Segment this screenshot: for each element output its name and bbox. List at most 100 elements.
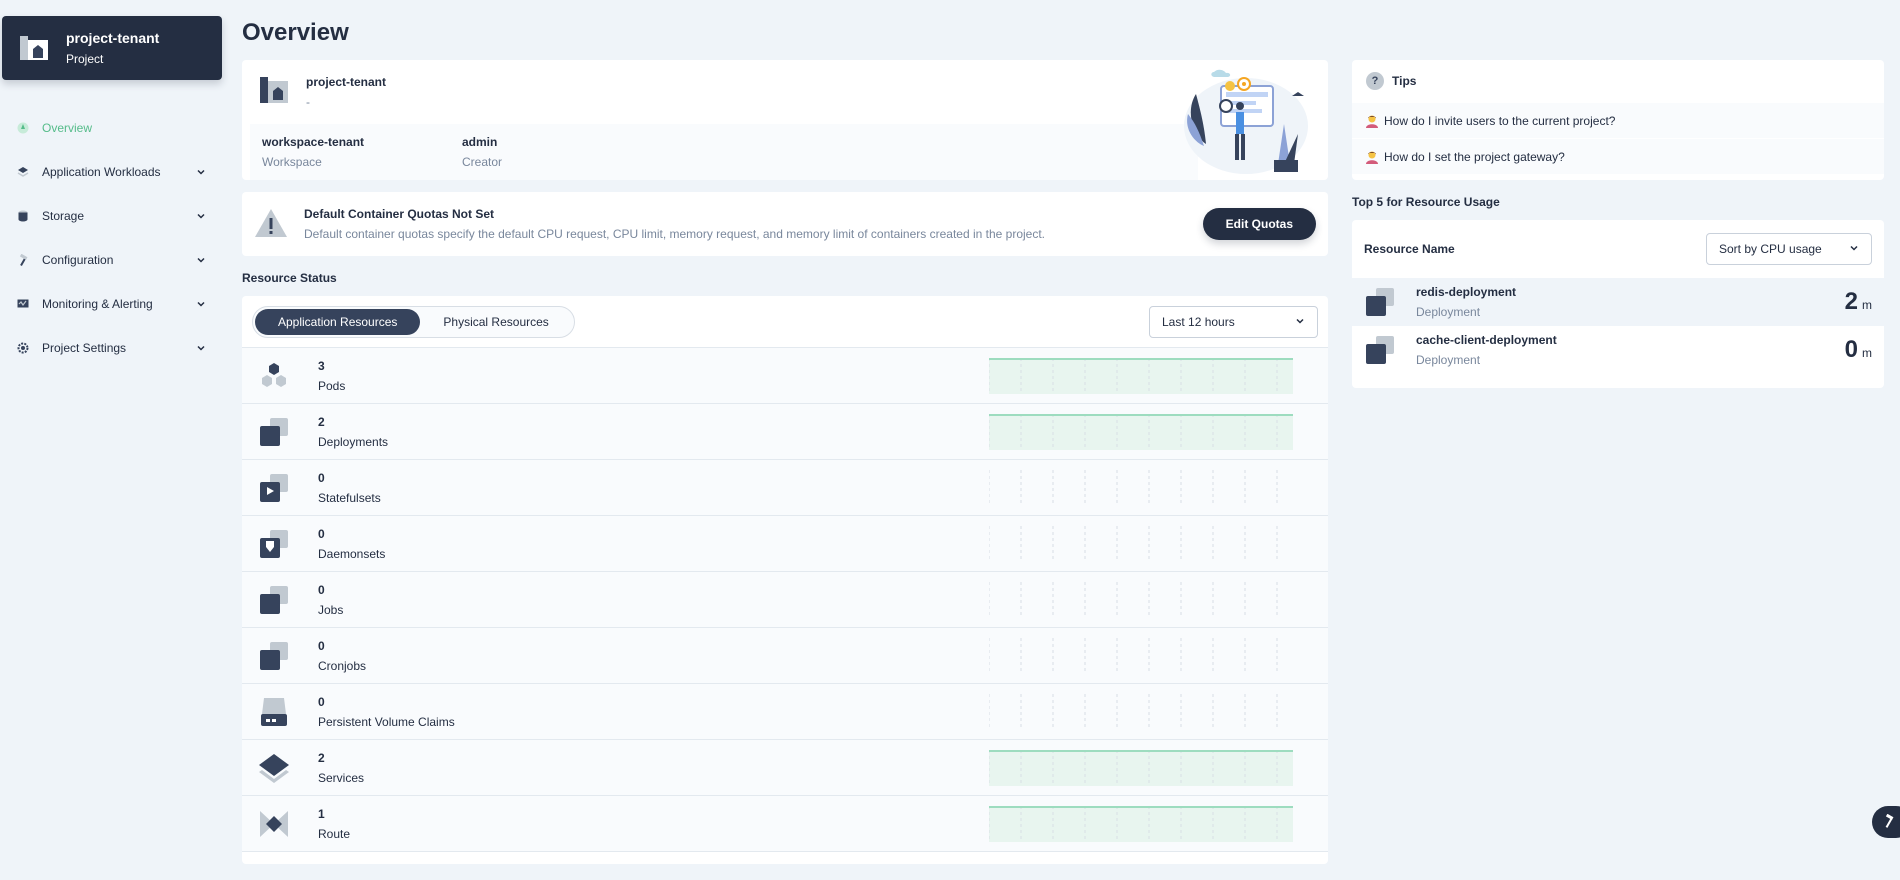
resource-row-services[interactable]: 2 Services <box>242 740 1328 796</box>
deployment-icon <box>258 416 290 448</box>
time-range-value: Last 12 hours <box>1162 314 1235 329</box>
daemonset-icon <box>258 528 290 560</box>
top5-resource-name: redis-deployment <box>1416 285 1517 299</box>
project-card[interactable]: project-tenant Project <box>2 16 222 80</box>
resource-name: Cronjobs <box>318 658 367 673</box>
project-info-description: - <box>306 95 310 109</box>
chevron-down-icon <box>1849 242 1859 256</box>
layers-icon <box>16 165 30 179</box>
side-nav: Overview Application Workloads Storage C… <box>0 106 226 370</box>
top5-row[interactable]: redis-deployment Deployment 2m <box>1352 278 1884 326</box>
usage-unit: m <box>1862 346 1872 360</box>
top5-row[interactable]: cache-client-deployment Deployment 0m <box>1352 326 1884 374</box>
nav-label: Storage <box>42 209 85 223</box>
tab-application-resources[interactable]: Application Resources <box>255 308 421 335</box>
resource-row-daemonsets[interactable]: 0 Daemonsets <box>242 516 1328 572</box>
edit-quotas-button[interactable]: Edit Quotas <box>1202 208 1316 240</box>
resource-count: 0 <box>318 582 325 597</box>
usage-value: 0 <box>1844 336 1858 363</box>
top5-title: Top 5 for Resource Usage <box>1352 195 1500 209</box>
sparkline <box>989 694 1278 730</box>
tip-item[interactable]: How do I invite users to the current pro… <box>1352 102 1884 138</box>
workspace-label: Workspace <box>262 155 322 169</box>
nav-label: Application Workloads <box>42 165 161 179</box>
person-icon <box>1364 150 1380 164</box>
resource-row-pods[interactable]: 3 Pods <box>242 348 1328 404</box>
sidebar: project-tenant Project Overview Applicat… <box>0 0 226 880</box>
pods-icon <box>258 360 290 392</box>
project-name: project-tenant <box>66 30 160 46</box>
sort-value: Sort by CPU usage <box>1719 242 1822 256</box>
nav-label: Monitoring & Alerting <box>42 297 153 311</box>
sparkline <box>989 638 1278 674</box>
project-meta: workspace-tenant Workspace admin Creator <box>250 124 1198 180</box>
nav-item-monitoring-alerting[interactable]: Monitoring & Alerting <box>0 282 226 326</box>
top5-resource-type: Deployment <box>1416 353 1481 367</box>
top5-column-header: Resource Name <box>1364 242 1455 256</box>
nav-item-overview[interactable]: Overview <box>0 106 226 150</box>
resource-row-jobs[interactable]: 0 Jobs <box>242 572 1328 628</box>
resource-name: Daemonsets <box>318 546 386 561</box>
usage-value: 2 <box>1844 288 1858 315</box>
quota-warning-card: Default Container Quotas Not Set Default… <box>242 192 1328 256</box>
toolbox-button[interactable] <box>1872 806 1900 838</box>
resource-row-pvc[interactable]: 0 Persistent Volume Claims <box>242 684 1328 740</box>
time-range-select[interactable]: Last 12 hours <box>1149 305 1318 338</box>
cronjob-icon <box>258 640 290 672</box>
resource-count: 0 <box>318 694 325 709</box>
resource-name: Services <box>318 770 365 785</box>
resource-count: 0 <box>318 638 325 653</box>
resource-name: Jobs <box>318 602 344 617</box>
workspace-meta: workspace-tenant Workspace <box>262 134 462 170</box>
hammer-icon <box>1882 813 1896 831</box>
gear-icon <box>16 341 30 355</box>
sparkline <box>989 470 1278 506</box>
project-icon <box>18 32 50 64</box>
sparkline <box>989 582 1278 618</box>
creator-label: Creator <box>462 155 503 169</box>
project-illustration <box>1166 64 1316 176</box>
deployment-icon <box>1364 334 1396 366</box>
person-icon <box>1364 114 1380 128</box>
nav-item-project-settings[interactable]: Project Settings <box>0 326 226 370</box>
tip-item[interactable]: How do I set the project gateway? <box>1352 138 1884 174</box>
project-info-icon <box>258 74 290 106</box>
project-info-card: project-tenant - workspace-tenant Worksp… <box>242 60 1328 180</box>
overview-icon <box>16 121 30 135</box>
creator-value: admin <box>462 135 498 149</box>
tips-card: ? Tips How do I invite users to the curre… <box>1352 60 1884 180</box>
database-icon <box>16 209 30 223</box>
tips-title: Tips <box>1392 74 1417 88</box>
resource-row-deployments[interactable]: 2 Deployments <box>242 404 1328 460</box>
resource-count: 0 <box>318 526 325 541</box>
resource-row-statefulsets[interactable]: 0 Statefulsets <box>242 460 1328 516</box>
resource-row-cronjobs[interactable]: 0 Cronjobs <box>242 628 1328 684</box>
tab-physical-resources[interactable]: Physical Resources <box>420 309 571 335</box>
nav-label: Overview <box>42 121 93 135</box>
sparkline <box>989 806 1293 842</box>
nav-label: Configuration <box>42 253 114 267</box>
workspace-value[interactable]: workspace-tenant <box>262 134 462 150</box>
resource-row-route[interactable]: 1 Route <box>242 796 1328 852</box>
usage-unit: m <box>1862 298 1872 312</box>
resource-name: Deployments <box>318 434 389 449</box>
chevron-down-icon <box>196 342 206 356</box>
nav-item-configuration[interactable]: Configuration <box>0 238 226 282</box>
resource-tabs: Application Resources Physical Resources <box>252 305 575 338</box>
resource-count: 1 <box>318 806 325 821</box>
sparkline <box>989 526 1278 562</box>
sort-select[interactable]: Sort by CPU usage <box>1706 233 1872 265</box>
resource-status-card: Application Resources Physical Resources… <box>242 296 1328 864</box>
resource-count: 2 <box>318 750 325 765</box>
resource-count: 2 <box>318 414 325 429</box>
page-title: Overview <box>242 19 349 46</box>
quota-description: Default container quotas specify the def… <box>304 227 1045 241</box>
nav-item-storage[interactable]: Storage <box>0 194 226 238</box>
tip-text: How do I invite users to the current pro… <box>1384 113 1616 128</box>
nav-item-application-workloads[interactable]: Application Workloads <box>0 150 226 194</box>
resource-count: 0 <box>318 470 325 485</box>
top5-resource-name: cache-client-deployment <box>1416 333 1557 347</box>
job-icon <box>258 584 290 616</box>
chevron-down-icon <box>196 254 206 268</box>
resource-name: Statefulsets <box>318 490 381 505</box>
